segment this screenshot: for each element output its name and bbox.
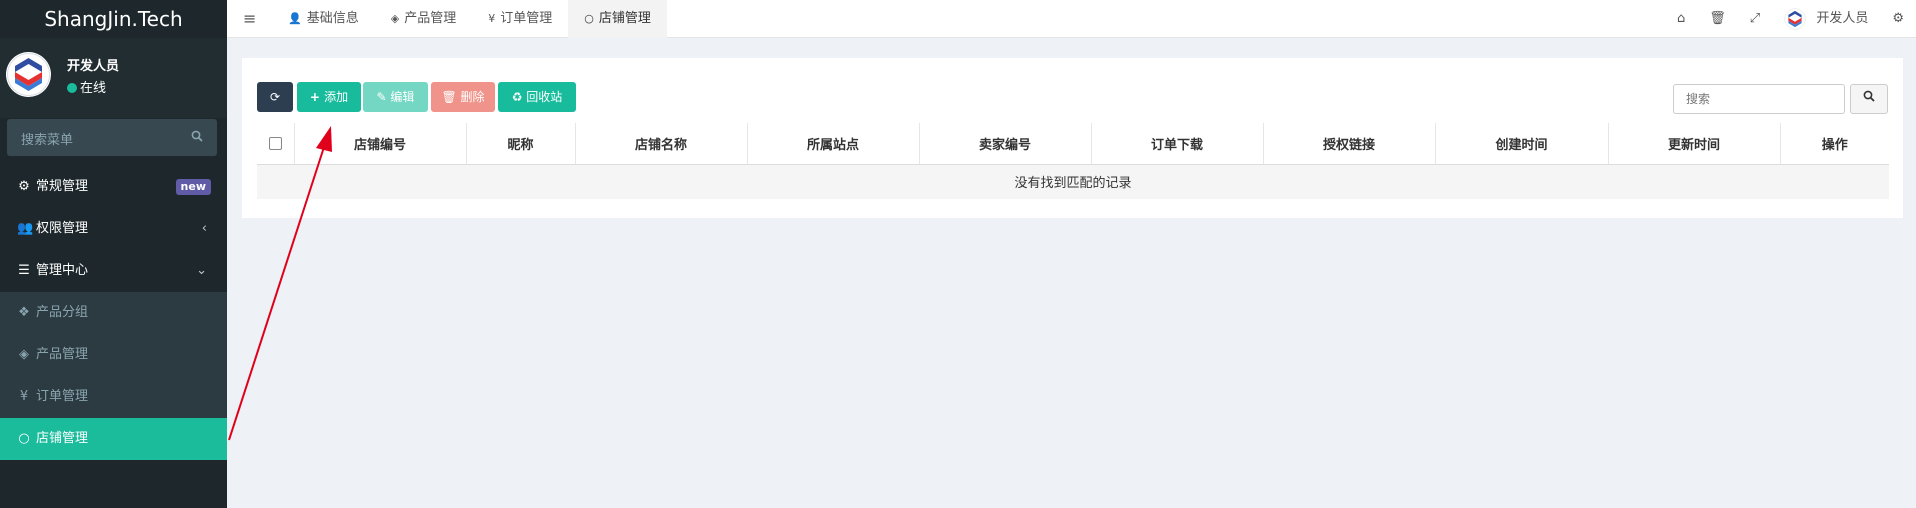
select-all-header bbox=[257, 123, 295, 165]
tab-bar: 👤 基础信息 ◈ 产品管理 ¥ 订单管理 ○ 店铺管理 bbox=[272, 0, 667, 38]
col-nickname[interactable]: 昵称 bbox=[466, 123, 576, 165]
delete-label: 删除 bbox=[460, 90, 485, 104]
sidebar-item-general[interactable]: ⚙ 常规管理 new bbox=[0, 166, 227, 208]
logo-icon bbox=[1784, 7, 1806, 30]
content-panel: ⟳ + 添加 ✎ 编辑 🗑 删除 ♻ 回收站 店铺编号 昵称 店铺名称 所属站点… bbox=[242, 58, 1903, 218]
col-updated-at[interactable]: 更新时间 bbox=[1608, 123, 1781, 165]
sidebar-search-placeholder: 搜索菜单 bbox=[21, 133, 74, 148]
empty-message: 没有找到匹配的记录 bbox=[257, 164, 1889, 199]
sidebar-item-label: 店铺管理 bbox=[36, 431, 89, 446]
right-tools: ⌂ 🗑 ⤢ 开发人员 ⚙ bbox=[1665, 0, 1916, 38]
cube-icon: ◈ bbox=[390, 12, 400, 25]
cubes-icon: ❖ bbox=[18, 305, 30, 320]
search-button[interactable] bbox=[1850, 84, 1888, 114]
tab-label: 店铺管理 bbox=[598, 11, 651, 26]
topbar-user-name: 开发人员 bbox=[1816, 11, 1869, 26]
settings-icon[interactable]: ⚙ bbox=[1880, 0, 1916, 38]
cube-icon: ◈ bbox=[19, 347, 29, 362]
user-menu[interactable]: 开发人员 bbox=[1772, 0, 1880, 38]
sidebar-item-stores[interactable]: ○ 店铺管理 bbox=[0, 418, 227, 460]
circle-icon: ○ bbox=[584, 12, 594, 25]
avatar bbox=[6, 52, 51, 97]
chevron-down-icon: ⌄ bbox=[196, 263, 207, 278]
col-site[interactable]: 所属站点 bbox=[747, 123, 920, 165]
col-created-at[interactable]: 创建时间 bbox=[1435, 123, 1609, 165]
tab-label: 基础信息 bbox=[306, 11, 359, 26]
sidebar-item-products[interactable]: ◈ 产品管理 bbox=[0, 334, 227, 376]
col-store-name[interactable]: 店铺名称 bbox=[575, 123, 748, 165]
table-header-row: 店铺编号 昵称 店铺名称 所属站点 卖家编号 订单下载 授权链接 创建时间 更新… bbox=[257, 123, 1889, 165]
user-status: 在线 bbox=[67, 77, 106, 96]
recycle-bin-button[interactable]: ♻ 回收站 bbox=[498, 82, 576, 112]
sidebar-item-label: 常规管理 bbox=[36, 179, 89, 194]
recycle-icon: ♻ bbox=[511, 90, 527, 104]
sidebar-item-permissions[interactable]: 👥 权限管理 ‹ bbox=[0, 208, 227, 250]
delete-button[interactable]: 🗑 删除 bbox=[431, 82, 495, 112]
trash-icon[interactable]: 🗑 bbox=[1697, 0, 1738, 38]
fullscreen-icon[interactable]: ⤢ bbox=[1738, 0, 1772, 38]
search-icon bbox=[1863, 90, 1875, 102]
recycle-label: 回收站 bbox=[526, 90, 563, 104]
new-badge: new bbox=[175, 179, 211, 195]
yen-icon: ¥ bbox=[488, 12, 496, 25]
sidebar-item-product-groups[interactable]: ❖ 产品分组 bbox=[0, 292, 227, 334]
sidebar-item-label: 产品管理 bbox=[36, 347, 89, 362]
user-panel: 开发人员 在线 bbox=[0, 38, 227, 118]
tab-orders[interactable]: ¥ 订单管理 bbox=[472, 0, 568, 38]
search-input[interactable] bbox=[1673, 84, 1845, 114]
menu-toggle-icon[interactable]: ≡ bbox=[243, 0, 256, 38]
table-empty-row: 没有找到匹配的记录 bbox=[257, 164, 1889, 199]
col-seller-id[interactable]: 卖家编号 bbox=[919, 123, 1092, 165]
cogs-icon: ⚙ bbox=[18, 179, 30, 194]
edit-label: 编辑 bbox=[390, 90, 415, 104]
col-order-download[interactable]: 订单下载 bbox=[1091, 123, 1264, 165]
tab-products[interactable]: ◈ 产品管理 bbox=[375, 0, 472, 38]
refresh-button[interactable]: ⟳ bbox=[257, 82, 293, 112]
stores-table: 店铺编号 昵称 店铺名称 所属站点 卖家编号 订单下载 授权链接 创建时间 更新… bbox=[257, 123, 1889, 199]
list-icon: ☰ bbox=[18, 263, 30, 278]
col-store-id[interactable]: 店铺编号 bbox=[294, 123, 467, 165]
select-all-checkbox[interactable] bbox=[268, 136, 282, 150]
sidebar-menu: ⚙ 常规管理 new 👥 权限管理 ‹ ☰ 管理中心 ⌄ ❖ 产品分组 ◈ 产品管理 ¥ 订… bbox=[0, 166, 227, 460]
circle-icon: ○ bbox=[18, 431, 30, 446]
brand-logo[interactable]: ShangJin.Tech bbox=[0, 0, 227, 38]
edit-button[interactable]: ✎ 编辑 bbox=[363, 82, 428, 112]
trash-icon: 🗑 bbox=[441, 90, 461, 104]
plus-icon: + bbox=[309, 90, 325, 104]
tab-label: 产品管理 bbox=[404, 11, 457, 26]
sidebar-item-label: 权限管理 bbox=[36, 221, 89, 236]
col-auth-link[interactable]: 授权链接 bbox=[1263, 123, 1436, 165]
sidebar-item-label: 管理中心 bbox=[36, 263, 89, 278]
user-name: 开发人员 bbox=[67, 59, 120, 74]
user-status-label: 在线 bbox=[80, 81, 107, 96]
search-icon[interactable] bbox=[191, 130, 203, 146]
refresh-icon: ⟳ bbox=[269, 90, 281, 104]
users-icon: 👥 bbox=[17, 221, 34, 236]
topbar: ≡ 👤 基础信息 ◈ 产品管理 ¥ 订单管理 ○ 店铺管理 ⌂ 🗑 ⤢ 开发人员 ⚙ bbox=[227, 0, 1916, 38]
tab-label: 订单管理 bbox=[500, 11, 553, 26]
col-actions: 操作 bbox=[1780, 123, 1889, 165]
logo-icon bbox=[7, 53, 50, 96]
add-button[interactable]: + 添加 bbox=[297, 82, 361, 112]
sidebar-item-label: 产品分组 bbox=[36, 305, 89, 320]
pencil-icon: ✎ bbox=[376, 90, 391, 104]
tab-basic-info[interactable]: 👤 基础信息 bbox=[272, 0, 375, 38]
sidebar-item-label: 订单管理 bbox=[36, 389, 89, 404]
tab-stores[interactable]: ○ 店铺管理 bbox=[568, 0, 667, 38]
home-icon[interactable]: ⌂ bbox=[1665, 0, 1697, 38]
sidebar-item-orders[interactable]: ¥ 订单管理 bbox=[0, 376, 227, 418]
sidebar-item-management-center[interactable]: ☰ 管理中心 ⌄ bbox=[0, 250, 227, 292]
sidebar: ShangJin.Tech 开发人员 在线 搜索菜单 ⚙ 常规管理 new 👥 权限… bbox=[0, 0, 227, 508]
chevron-left-icon: ‹ bbox=[201, 221, 207, 236]
status-dot-icon bbox=[67, 83, 77, 93]
sidebar-search-input[interactable]: 搜索菜单 bbox=[7, 119, 217, 156]
yen-icon: ¥ bbox=[19, 389, 29, 404]
user-icon: 👤 bbox=[288, 12, 302, 25]
add-label: 添加 bbox=[324, 90, 349, 104]
